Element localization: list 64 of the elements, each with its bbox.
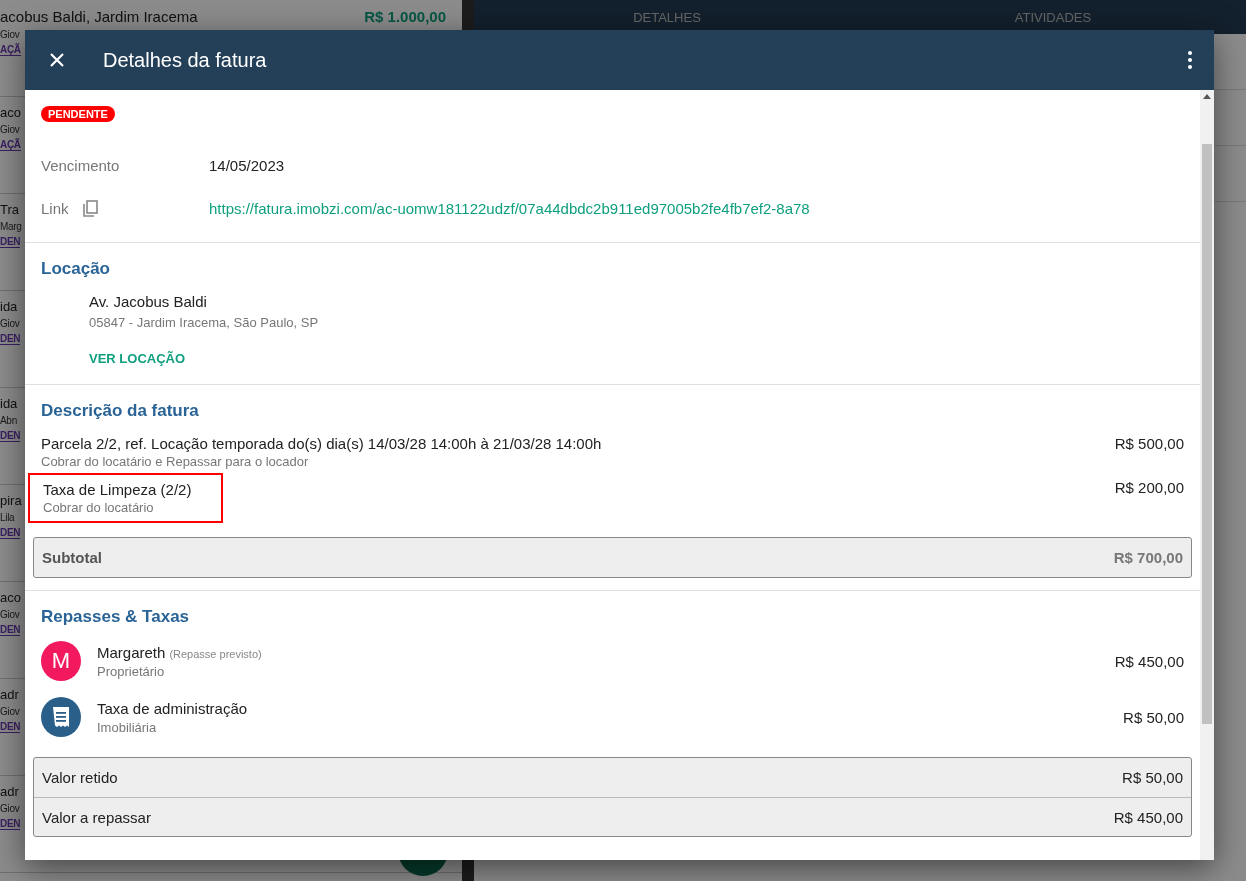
list-item-tag: AÇÃ: [0, 44, 21, 56]
list-item-tag: DEN: [0, 818, 21, 830]
list-item-title: acobus Baldi, Jardim Iracema: [0, 8, 198, 25]
field-value: 14/05/2023: [209, 157, 286, 174]
invoice-link[interactable]: https://fatura.imobzi.com/ac-uomw181122udzf/07a44dbdc2b911ed97005b2fe4fb7ef2-8a78: [209, 200, 1184, 217]
list-item-tag: DEN: [0, 624, 21, 636]
list-item-tag: DEN: [0, 333, 21, 345]
list-item-subtitle: Giov: [0, 803, 20, 814]
list-item-subtitle: Giov: [0, 29, 20, 40]
payee-role: Imobiliária: [97, 719, 158, 735]
item-title: Taxa de Limpeza (2/2): [43, 481, 192, 498]
payee-role: Proprietário: [97, 663, 166, 679]
list-item-subtitle: Giov: [0, 706, 20, 717]
list-item-subtitle: Abn: [0, 415, 17, 426]
view-location-button[interactable]: VER LOCAÇÃO: [89, 345, 186, 372]
status-badge: PENDENTE: [41, 106, 115, 122]
list-item-tag: DEN: [0, 527, 21, 539]
tab[interactable]: ATIVIDADES: [860, 0, 1246, 34]
list-item-subtitle: Lila: [0, 512, 15, 523]
item-subtitle: Cobrar do locatário e Repassar para o locador: [41, 454, 310, 469]
total-amount: R$ 50,00: [1122, 769, 1183, 786]
scrollbar-thumb[interactable]: [1202, 144, 1212, 724]
street-name: Av. Jacobus Baldi: [89, 293, 208, 310]
total-label: Valor retido: [42, 769, 118, 786]
item-amount: R$ 200,00: [1114, 479, 1184, 496]
list-item-title: aco: [0, 590, 21, 605]
avatar-circle: M: [41, 641, 81, 681]
list-item-subtitle: Giov: [0, 609, 20, 620]
scroll-up-arrow-icon[interactable]: [1203, 94, 1211, 99]
payee-amount: R$ 450,00: [1114, 652, 1184, 670]
list-item-amount: R$ 1.000,00: [364, 8, 446, 25]
total-label: Valor a repassar: [42, 808, 151, 826]
list-item-title: ida: [0, 396, 18, 411]
dialog-title: Detalhes da fatura: [103, 48, 268, 72]
list-item-tag: DEN: [0, 721, 21, 733]
section-heading: Locação: [41, 259, 111, 279]
address-text: 05847 - Jardim Iracema, São Paulo, SP: [89, 315, 320, 330]
payee-name: Margareth: [97, 643, 166, 661]
list-item-title: ida: [0, 299, 18, 314]
field-label: Vencimento: [41, 157, 120, 174]
list-item-tag: DEN: [0, 430, 21, 442]
item-amount: R$ 500,00: [1114, 435, 1184, 452]
list-item-title: aco: [0, 105, 21, 120]
list-item-title: Tra: [0, 202, 20, 217]
section-heading: Descrição da fatura: [41, 401, 200, 421]
payee-amount: R$ 50,00: [1123, 708, 1184, 726]
list-item-title: pira: [0, 493, 22, 508]
total-amount: R$ 450,00: [1113, 808, 1183, 826]
subtotal-label: Subtotal: [42, 549, 102, 566]
section-heading: Repasses & Taxas: [41, 607, 191, 627]
list-item-subtitle: Marg: [0, 221, 22, 232]
list-item-tag: DEN: [0, 236, 21, 248]
list-item-subtitle: Giov: [0, 124, 20, 135]
list-item-title: adr: [0, 687, 19, 702]
item-subtitle: Cobrar do locatário: [43, 500, 155, 515]
item-title: Parcela 2/2, ref. Locação temporada do(s) dia(s) 14/03/28 14:00h à 21/03/28 14:00h: [41, 435, 602, 452]
list-item-title: adr: [0, 784, 19, 799]
tab[interactable]: DETALHES: [474, 0, 860, 34]
payee-name: Taxa de administração: [97, 699, 248, 717]
list-item-subtitle: Giov: [0, 318, 20, 329]
subtotal-amount: R$ 700,00: [1113, 549, 1183, 566]
list-item-tag: AÇÃ: [0, 139, 21, 151]
payee-note: (Repasse previsto): [169, 647, 262, 660]
field-label: Link: [41, 200, 69, 217]
